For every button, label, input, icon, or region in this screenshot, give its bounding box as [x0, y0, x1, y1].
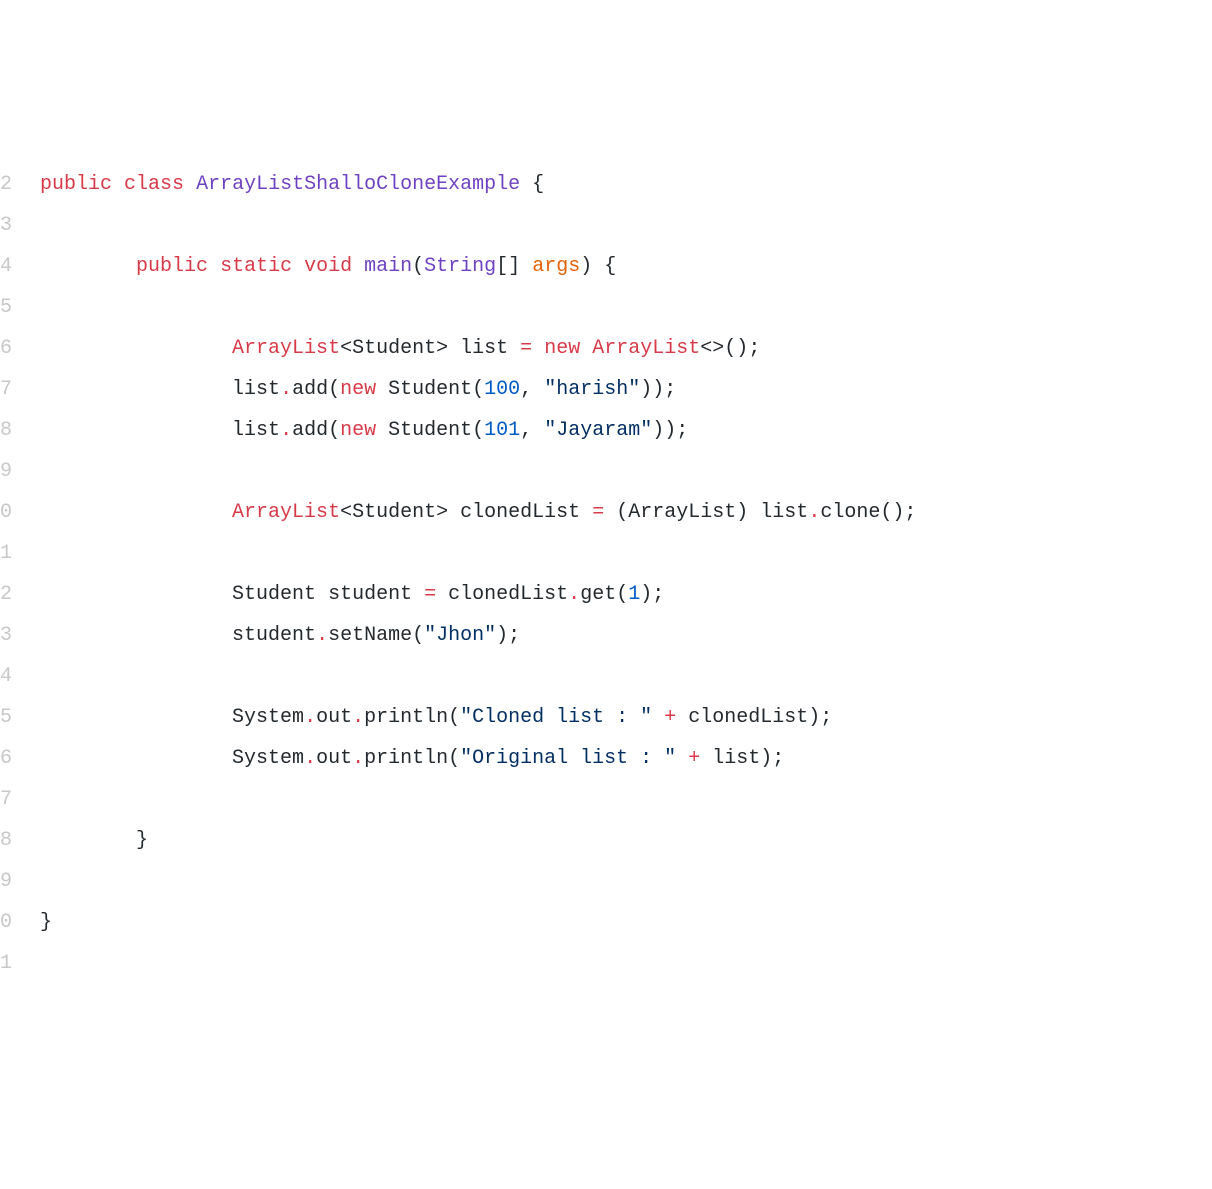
code-line[interactable] — [28, 779, 1212, 820]
code-editor[interactable]: 23456789012345678901 public class ArrayL… — [0, 164, 1212, 984]
code-line[interactable] — [28, 943, 1212, 984]
line-number: 2 — [0, 164, 10, 205]
code-line[interactable]: } — [28, 820, 1212, 861]
code-area[interactable]: public class ArrayListShalloCloneExample… — [28, 164, 1212, 984]
code-line[interactable] — [28, 205, 1212, 246]
line-number: 7 — [0, 779, 10, 820]
code-line[interactable]: list.add(new Student(101, "Jayaram")); — [28, 410, 1212, 451]
line-number: 6 — [0, 328, 10, 369]
line-number: 5 — [0, 287, 10, 328]
code-line[interactable]: ArrayList<Student> clonedList = (ArrayLi… — [28, 492, 1212, 533]
line-number: 6 — [0, 738, 10, 779]
line-number: 3 — [0, 615, 10, 656]
line-number: 4 — [0, 656, 10, 697]
code-line[interactable]: public class ArrayListShalloCloneExample… — [28, 164, 1212, 205]
code-line[interactable]: System.out.println("Cloned list : " + cl… — [28, 697, 1212, 738]
line-number: 2 — [0, 574, 10, 615]
code-line[interactable]: ArrayList<Student> list = new ArrayList<… — [28, 328, 1212, 369]
line-number-gutter: 23456789012345678901 — [0, 164, 28, 984]
line-number: 1 — [0, 533, 10, 574]
line-number: 4 — [0, 246, 10, 287]
line-number: 0 — [0, 902, 10, 943]
line-number: 5 — [0, 697, 10, 738]
code-line[interactable]: public static void main(String[] args) { — [28, 246, 1212, 287]
line-number: 9 — [0, 861, 10, 902]
line-number: 0 — [0, 492, 10, 533]
code-line[interactable]: } — [28, 902, 1212, 943]
code-line[interactable] — [28, 861, 1212, 902]
line-number: 9 — [0, 451, 10, 492]
line-number: 8 — [0, 820, 10, 861]
code-line[interactable] — [28, 656, 1212, 697]
code-line[interactable]: list.add(new Student(100, "harish")); — [28, 369, 1212, 410]
line-number: 7 — [0, 369, 10, 410]
line-number: 1 — [0, 943, 10, 984]
code-line[interactable] — [28, 451, 1212, 492]
line-number: 8 — [0, 410, 10, 451]
line-number: 3 — [0, 205, 10, 246]
code-line[interactable]: Student student = clonedList.get(1); — [28, 574, 1212, 615]
code-line[interactable]: student.setName("Jhon"); — [28, 615, 1212, 656]
code-line[interactable]: System.out.println("Original list : " + … — [28, 738, 1212, 779]
code-line[interactable] — [28, 287, 1212, 328]
code-line[interactable] — [28, 533, 1212, 574]
